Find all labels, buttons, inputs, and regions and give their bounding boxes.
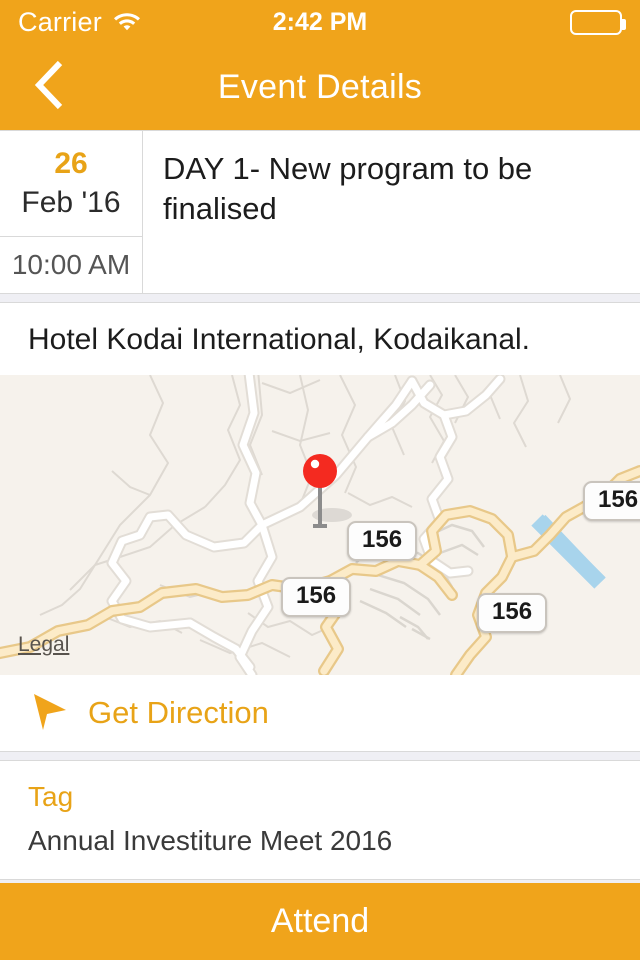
- wifi-icon: [112, 9, 142, 36]
- carrier-label: Carrier: [18, 6, 102, 37]
- status-bar-left: Carrier: [18, 7, 142, 38]
- event-day: 26: [54, 147, 88, 181]
- event-date-box: 26 Feb '16: [0, 131, 142, 237]
- road-shield: 156: [583, 481, 640, 521]
- event-summary-row: 26 Feb '16 10:00 AM DAY 1- New program t…: [0, 131, 640, 293]
- event-time: 10:00 AM: [11, 249, 131, 280]
- event-month-year: Feb '16: [21, 185, 121, 219]
- tag-section: Tag Annual Investiture Meet 2016: [0, 761, 640, 879]
- event-date-column: 26 Feb '16 10:00 AM: [0, 131, 143, 293]
- status-bar-right: [570, 9, 626, 35]
- event-title-column: DAY 1- New program to be finalised: [143, 131, 640, 293]
- road-shield: 156: [477, 593, 548, 633]
- battery-icon: [570, 9, 626, 35]
- chevron-left-icon: [32, 58, 66, 117]
- attend-label: Attend: [270, 902, 370, 940]
- page-title: Event Details: [217, 67, 423, 106]
- section-divider: [0, 751, 640, 761]
- map-legal-link[interactable]: Legal: [18, 633, 69, 657]
- content-area: 26 Feb '16 10:00 AM DAY 1- New program t…: [0, 130, 640, 889]
- status-bar: Carrier 2:42 PM: [0, 0, 640, 44]
- location-map[interactable]: 156 156 156 156 Legal: [0, 375, 640, 675]
- event-details-screen: Carrier 2:42 PM Event Details 26 Feb '16…: [0, 0, 640, 960]
- road-shield: 156: [347, 521, 418, 561]
- venue-name: Hotel Kodai International, Kodaikanal.: [28, 323, 531, 356]
- tag-value: Annual Investiture Meet 2016: [28, 825, 393, 856]
- road-shield: 156: [281, 577, 352, 617]
- venue-section: Hotel Kodai International, Kodaikanal.: [0, 303, 640, 375]
- tag-heading: Tag: [28, 781, 74, 812]
- navigation-bar: Event Details: [0, 44, 640, 130]
- event-title: DAY 1- New program to be finalised: [163, 151, 533, 226]
- get-direction-label: Get Direction: [88, 695, 269, 730]
- get-direction-button[interactable]: Get Direction: [0, 675, 640, 751]
- attend-button[interactable]: Attend: [0, 883, 640, 960]
- navigation-arrow-icon: [28, 690, 70, 737]
- event-time-box: 10:00 AM: [0, 237, 142, 293]
- section-divider: [0, 293, 640, 303]
- back-button[interactable]: [14, 44, 84, 130]
